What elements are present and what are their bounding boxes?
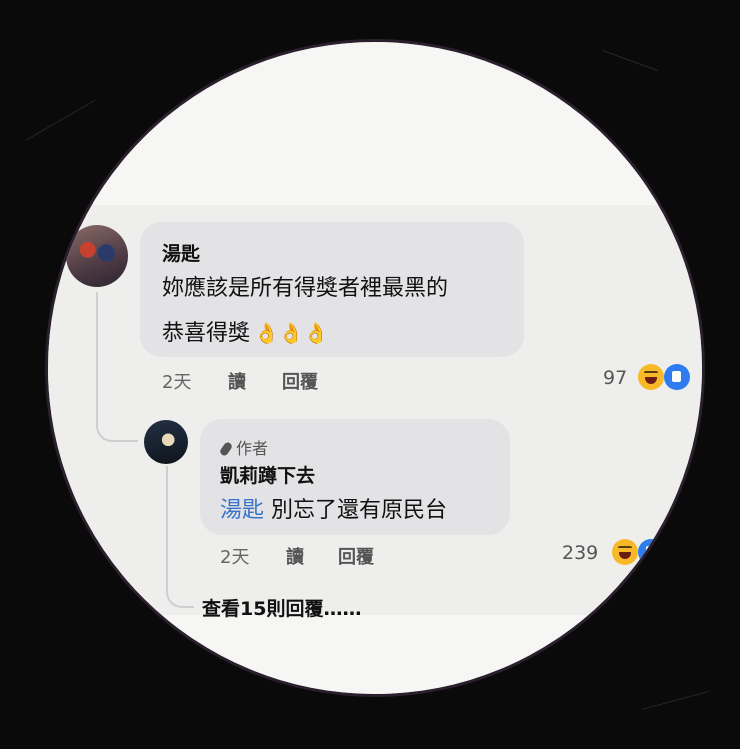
comment-text-line2: 恭喜得獎 👌👌👌 [162, 315, 329, 347]
ok-hand-emoji-icon: 👌👌👌 [254, 321, 329, 345]
author-badge-label: 作者 [236, 439, 269, 458]
reply-button[interactable]: 回覆 [338, 543, 374, 569]
reply-text-body: 別忘了還有原民台 [264, 498, 448, 523]
read-button[interactable]: 讀 [286, 543, 304, 569]
mention-link[interactable]: 湯匙 [220, 498, 264, 523]
read-button[interactable]: 讀 [228, 368, 246, 394]
comment-text-line1: 妳應該是所有得獎者裡最黑的 [162, 276, 449, 301]
avatar[interactable] [144, 420, 188, 464]
reply-timestamp[interactable]: 2天 [220, 543, 249, 569]
avatar[interactable] [66, 225, 128, 287]
top-blank-area [48, 42, 702, 205]
comment-author-name[interactable]: 湯匙 [162, 239, 200, 266]
thread-line [166, 466, 194, 608]
vignette-lens: 湯匙 妳應該是所有得獎者裡最黑的 恭喜得獎 👌👌👌 2天 讀 回覆 97 作者 凱… [48, 42, 702, 694]
thread-line [96, 292, 138, 442]
like-reaction-icon[interactable] [664, 364, 690, 390]
reply-button[interactable]: 回覆 [282, 368, 318, 394]
reply-text: 湯匙 別忘了還有原民台 [220, 492, 447, 524]
haha-reaction-icon[interactable] [612, 539, 638, 565]
comment-timestamp[interactable]: 2天 [162, 368, 191, 394]
like-reaction-icon[interactable] [638, 539, 664, 565]
author-badge: 作者 [218, 435, 269, 459]
reaction-count[interactable]: 97 [603, 367, 627, 389]
view-more-replies-link[interactable]: 查看15則回覆…… [202, 594, 361, 621]
reply-author-name[interactable]: 凱莉蹲下去 [220, 461, 315, 488]
haha-reaction-icon[interactable] [638, 364, 664, 390]
bottom-blank-area [48, 615, 702, 694]
reaction-count[interactable]: 239 [562, 542, 598, 564]
comment-text: 恭喜得獎 [162, 321, 251, 346]
